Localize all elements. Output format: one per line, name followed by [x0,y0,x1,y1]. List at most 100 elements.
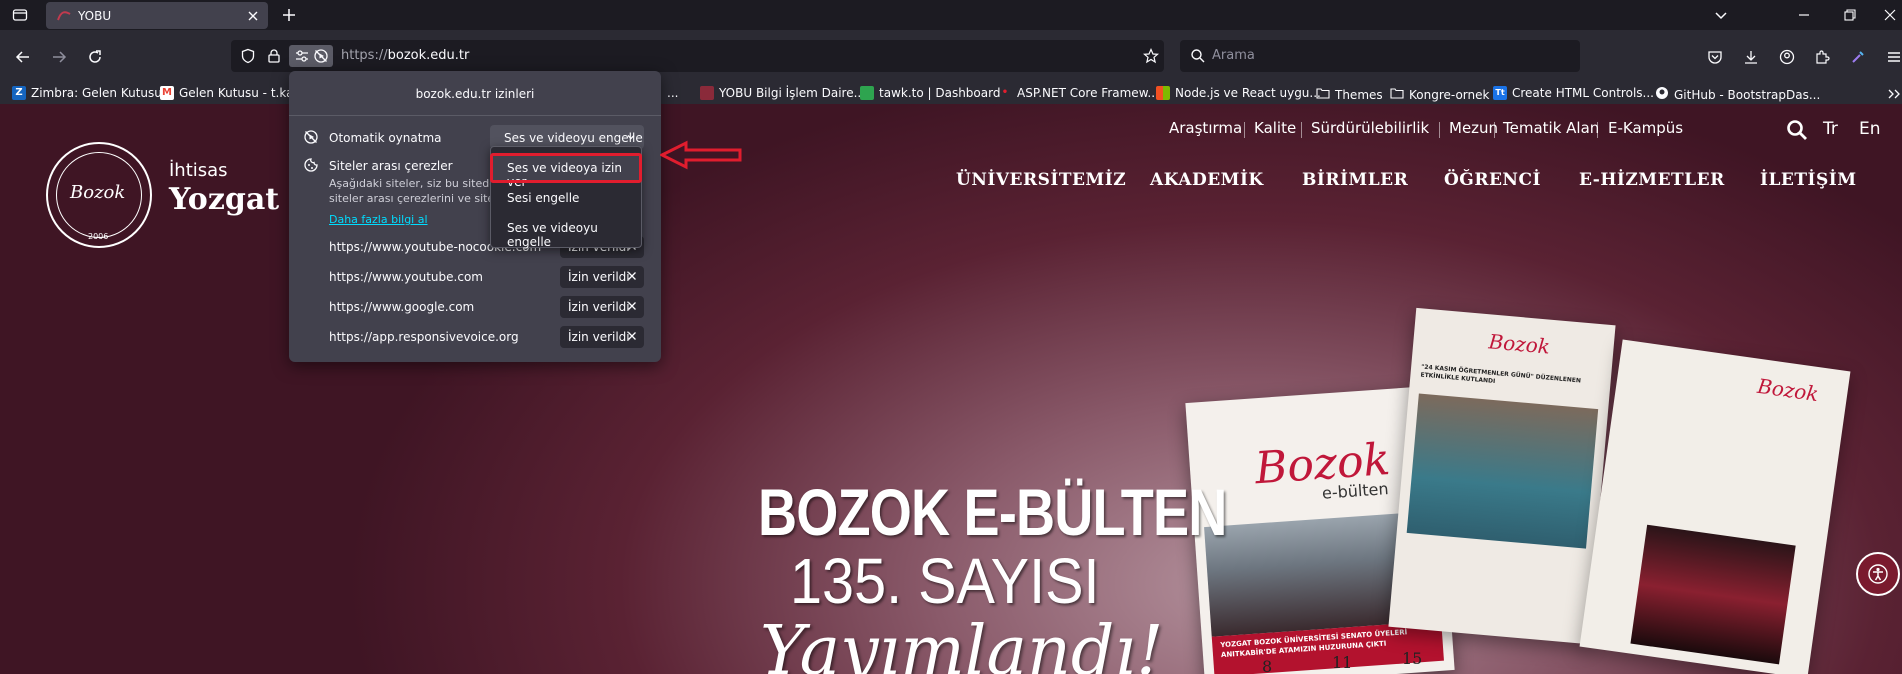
bookmark-label: Create HTML Controls... [1512,86,1654,100]
remove-permission-icon[interactable] [626,270,638,282]
autoplay-blocked-icon [313,48,329,68]
permission-status: İzin verildi [568,300,630,314]
autoplay-icon [303,129,319,149]
accessibility-button[interactable] [1856,552,1900,596]
github-icon [1655,86,1669,103]
lock-icon[interactable] [266,48,282,68]
bookmark-label: Kongre-ornek [1409,87,1490,102]
site-permission-badge: İzin verildi [560,266,644,288]
tab-title: YOBU [78,9,112,23]
autoplay-dropdown: Ses ve videoya izin ver Sesi engelle Ses… [490,146,642,249]
back-icon[interactable] [15,49,31,69]
bookmark-label: YOBU Bilgi İşlem Daire... [719,86,866,100]
pocket-icon[interactable] [1707,49,1723,69]
new-tab-icon[interactable] [281,7,297,27]
bookmark-label: ASP.NET Core Framew... [1017,86,1159,100]
mainnav-akademik[interactable]: AKADEMİK [1150,170,1264,190]
search-icon [1190,48,1206,68]
bookmark-yobu-bilgi-islem[interactable]: YOBU Bilgi İşlem Daire... [700,86,865,100]
mainnav-e-hizmetler[interactable]: E-HİZMETLER [1579,170,1725,190]
logo-signature: Bozok [70,182,126,203]
reload-icon[interactable] [87,49,103,69]
option-block-audio-video[interactable]: Ses ve videoyu engelle [491,214,641,249]
topnav-arastirma[interactable]: Araştırma [1169,119,1242,137]
magazine-page-right: Bozok [1579,339,1851,674]
topnav-e-kampus[interactable]: E-Kampüs [1608,119,1683,137]
bookmark-nodejs[interactable]: Node.js ve React uygu... [1156,86,1321,100]
chevron-down-icon [626,131,636,145]
cookie-icon [303,157,319,177]
yobu-icon [700,86,714,100]
site-permissions-button[interactable] [289,45,333,67]
page-photo-choir [1630,524,1796,665]
restore-icon[interactable] [1842,7,1858,27]
bookmark-star-icon[interactable] [1142,48,1160,68]
more-bookmarks-icon[interactable] [1886,86,1902,106]
topnav-tematik-alan[interactable]: Tematik Alan [1503,119,1599,137]
magazine-subtitle: e-bülten [1321,479,1390,503]
url-protocol: https:// [341,48,388,63]
tracking-protection-shield-icon[interactable] [240,48,256,68]
learn-more-link[interactable]: Daha fazla bilgi al [329,213,428,226]
mainnav-iletisim[interactable]: İLETİŞİM [1760,170,1857,190]
remove-permission-icon[interactable] [626,300,638,312]
bookmark-label: Themes [1335,87,1383,102]
option-block-audio[interactable]: Sesi engelle [491,184,641,212]
bookmark-tawk[interactable]: tawk.to | Dashboard [860,86,1000,100]
ihtisas-label: İhtisas [169,160,228,181]
folder-icon [1316,86,1330,103]
bookmark-create-html[interactable]: Tt Create HTML Controls... [1493,86,1654,100]
list-all-tabs-icon[interactable] [1713,7,1729,27]
tab-list-icon[interactable] [12,7,28,27]
bookmark-folder-kongre[interactable]: Kongre-ornek [1390,86,1489,103]
topnav-kalite[interactable]: Kalite [1254,119,1296,137]
nav-divider [1597,122,1598,138]
close-tab-icon[interactable] [246,8,260,27]
lang-en[interactable]: En [1859,119,1881,139]
close-window-icon[interactable] [1882,7,1898,27]
address-bar[interactable]: https://bozok.edu.tr [231,40,1164,72]
bookmark-aspnet[interactable]: • ASP.NET Core Framew... [998,86,1159,100]
zimbra-icon: Z [12,86,26,100]
topnav-mezun[interactable]: Mezun [1449,119,1498,137]
cookies-label: Siteler arası çerezler [329,159,453,173]
color-picker-icon[interactable] [1850,49,1866,69]
mainnav-universitemiz[interactable]: ÜNİVERSİTEMİZ [956,170,1126,190]
topnav-surdurulebilirlik[interactable]: Sürdürülebilirlik [1311,119,1429,137]
minimize-icon[interactable] [1796,7,1812,27]
bookmark-label: tawk.to | Dashboard [879,86,1001,100]
annotation-arrow-icon [658,140,742,174]
tab-yobu[interactable]: YOBU [46,2,268,29]
accessibility-icon [1868,564,1888,588]
extensions-icon[interactable] [1814,49,1830,69]
bookmark-gmail[interactable]: M Gelen Kutusu - t.kaar [160,86,306,100]
yobu-favicon-icon [56,8,72,24]
site-search-icon[interactable] [1786,119,1808,141]
website-content: Bozok 2006 İhtisas Yozgat B Araştırma Ka… [0,104,1902,674]
account-icon[interactable] [1779,49,1795,69]
menu-icon[interactable] [1886,49,1902,69]
bookmark-truncated[interactable]: ... [667,86,678,100]
remove-permission-icon[interactable] [626,330,638,342]
lang-tr[interactable]: Tr [1823,119,1838,139]
microsoft-icon [1156,86,1170,100]
site-permission-badge: İzin verildi [560,296,644,318]
hero-issue: 135. SAYISI [790,545,1100,617]
bookmark-label: Gelen Kutusu - t.kaar [179,86,306,100]
forward-icon[interactable] [51,49,67,69]
bookmark-zimbra[interactable]: Z Zimbra: Gelen Kutusu [12,86,162,100]
nav-divider [1439,122,1440,138]
bookmark-label: GitHub - BootstrapDas... [1674,87,1821,102]
url-text[interactable]: https://bozok.edu.tr [341,48,469,63]
option-allow-audio-video[interactable]: Ses ve videoya izin ver [490,153,642,189]
mainnav-birimler[interactable]: BİRİMLER [1302,170,1408,190]
bookmark-github[interactable]: GitHub - BootstrapDas... [1655,86,1820,103]
search-bar[interactable]: Arama [1180,40,1580,72]
gmail-icon: M [160,86,174,100]
folder-icon [1390,86,1404,103]
bookmark-folder-themes[interactable]: Themes [1316,86,1383,103]
downloads-icon[interactable] [1743,49,1759,69]
university-logo[interactable]: Bozok 2006 [46,142,152,248]
mainnav-ogrenci[interactable]: ÖĞRENCİ [1444,170,1541,190]
permission-status: İzin verildi [568,270,630,284]
